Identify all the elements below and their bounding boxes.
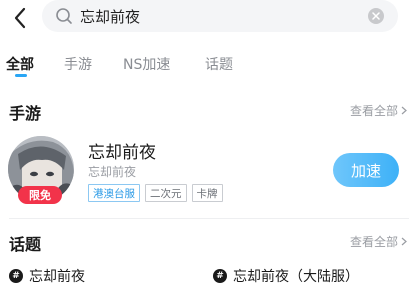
see-all-label: 查看全部: [349, 235, 398, 249]
free-badge: 限免: [18, 186, 62, 204]
tag-genre: 二次元: [145, 184, 187, 202]
tab-topics[interactable]: 话题: [205, 54, 233, 74]
mobile-section-title: 手游: [9, 104, 42, 123]
mobile-see-all-link[interactable]: 查看全部: [350, 102, 407, 119]
topics-section-title: 话题: [9, 235, 42, 254]
game-tags: 港澳台服 二次元 卡牌: [88, 184, 223, 202]
game-subtitle: 忘却前夜: [88, 165, 137, 179]
chevron-left-icon: [14, 7, 26, 29]
active-tab-indicator: [15, 74, 27, 77]
chevron-right-icon: [401, 106, 407, 115]
topic-label: 忘却前夜: [29, 269, 85, 285]
tab-ns-accelerate[interactable]: NS加速: [123, 54, 170, 74]
see-all-label: 查看全部: [349, 104, 398, 118]
tag-server: 港澳台服: [88, 184, 140, 202]
search-input[interactable]: [80, 7, 350, 25]
game-name[interactable]: 忘却前夜: [88, 138, 156, 163]
topic-item[interactable]: # 忘却前夜: [9, 266, 85, 286]
topics-see-all-link[interactable]: 查看全部: [350, 233, 407, 250]
tab-all[interactable]: 全部: [6, 54, 34, 74]
topic-item[interactable]: # 忘却前夜（大陆服）: [213, 266, 359, 286]
tab-mobile-games[interactable]: 手游: [64, 54, 92, 74]
accelerate-button[interactable]: 加速: [333, 153, 399, 187]
tag-type: 卡牌: [191, 184, 223, 202]
clear-search-button[interactable]: [368, 8, 384, 24]
topic-label: 忘却前夜（大陆服）: [233, 269, 359, 285]
search-bar[interactable]: [42, 0, 398, 32]
close-icon: [372, 12, 380, 20]
section-divider: [9, 218, 409, 219]
search-icon: [56, 8, 72, 24]
back-button[interactable]: [10, 4, 30, 32]
category-tabs: 全部 手游 NS加速 话题: [0, 52, 419, 82]
chevron-right-icon: [401, 237, 407, 246]
hashtag-icon: #: [213, 269, 227, 283]
hashtag-icon: #: [9, 269, 23, 283]
